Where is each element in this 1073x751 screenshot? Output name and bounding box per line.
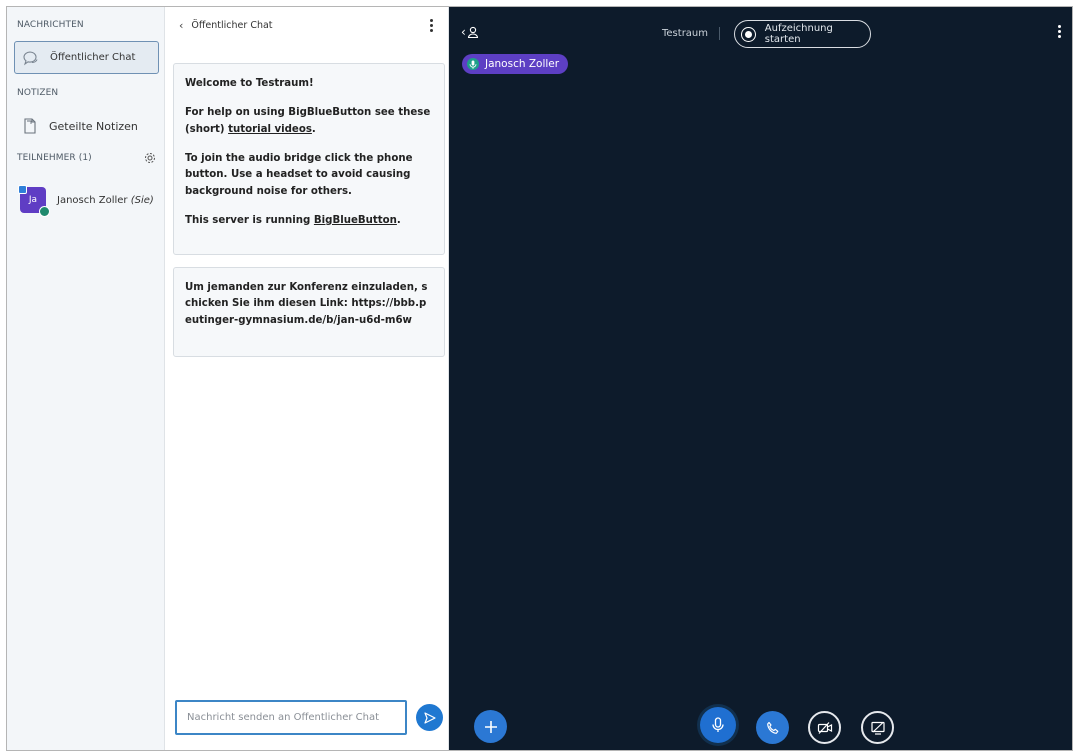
document-icon [21, 117, 39, 135]
plus-icon [483, 719, 499, 735]
chat-panel: ‹ Öffentlicher Chat Welcome to Testraum!… [165, 7, 449, 750]
microphone-icon [711, 717, 725, 733]
audio-line: To join the audio bridge click the phone… [185, 152, 413, 197]
send-message-button[interactable] [416, 704, 443, 731]
leave-audio-button[interactable] [756, 711, 789, 744]
start-recording-button[interactable]: Aufzeichnung starten [734, 20, 871, 48]
camera-off-icon [817, 721, 833, 735]
shared-notes-item[interactable]: Geteilte Notizen [14, 111, 159, 141]
chat-header: ‹ Öffentlicher Chat [179, 16, 437, 34]
toggle-userlist-button[interactable]: ‹ [461, 25, 479, 39]
participants-section-title: TEILNEHMER (1) [17, 153, 92, 163]
share-webcam-button[interactable] [808, 711, 841, 744]
phone-icon [766, 721, 780, 735]
room-title: Testraum [662, 28, 709, 39]
invite-message: Um jemanden zur Konferenz einzuladen, sc… [173, 267, 445, 357]
header-divider [719, 27, 720, 40]
user-icon [467, 26, 479, 38]
screen-share-off-icon [870, 721, 886, 735]
public-chat-item[interactable]: Öffentlicher Chat [14, 41, 159, 74]
talking-user-name: Janosch Zoller [485, 58, 560, 70]
record-icon [741, 26, 756, 42]
share-screen-button[interactable] [861, 711, 894, 744]
tutorial-videos-link[interactable]: tutorial videos [228, 124, 312, 135]
shared-notes-label: Geteilte Notizen [49, 119, 138, 133]
welcome-line: Welcome to Testraum! [185, 78, 314, 89]
messages-section-title: NACHRICHTEN [17, 20, 84, 30]
avatar-initials: Ja [28, 195, 38, 205]
record-label: Aufzeichnung starten [764, 23, 833, 45]
chat-options-icon[interactable] [425, 17, 437, 33]
mute-button[interactable] [700, 707, 736, 743]
gear-icon[interactable] [143, 150, 157, 164]
chat-message-input[interactable] [175, 700, 407, 735]
talking-indicator[interactable]: Janosch Zoller [462, 54, 569, 74]
public-chat-label: Öffentlicher Chat [50, 52, 136, 63]
chevron-left-icon[interactable]: ‹ [179, 19, 183, 32]
help-line: For help on using BigBlueButton see thes… [185, 107, 431, 135]
options-menu-icon[interactable] [1056, 25, 1062, 41]
avatar: Ja [18, 185, 50, 217]
actions-button[interactable] [474, 710, 507, 743]
microphone-icon [467, 58, 479, 70]
welcome-message: Welcome to Testraum! For help on using B… [173, 63, 445, 255]
presentation-stage: ‹ Testraum Aufzeichnung starten Janosch … [449, 7, 1072, 750]
server-line: This server is running BigBlueButton. [185, 214, 401, 226]
chat-bubble-icon [22, 49, 40, 67]
app-window: NACHRICHTEN Öffentlicher Chat NOTIZEN Ge… [6, 6, 1073, 751]
chevron-left-icon: ‹ [461, 25, 466, 39]
notes-section-title: NOTIZEN [17, 88, 59, 98]
bigbluebutton-link[interactable]: BigBlueButton [314, 215, 397, 226]
participant-row[interactable]: Ja Janosch Zoller (Sie) [18, 183, 160, 217]
voice-status-icon [39, 206, 50, 217]
participant-name: Janosch Zoller (Sie) [57, 194, 154, 206]
you-suffix: (Sie) [130, 194, 154, 206]
user-list-sidebar: NACHRICHTEN Öffentlicher Chat NOTIZEN Ge… [7, 7, 165, 750]
moderator-badge [18, 185, 27, 194]
chat-title[interactable]: Öffentlicher Chat [191, 20, 272, 31]
send-icon [423, 711, 437, 725]
